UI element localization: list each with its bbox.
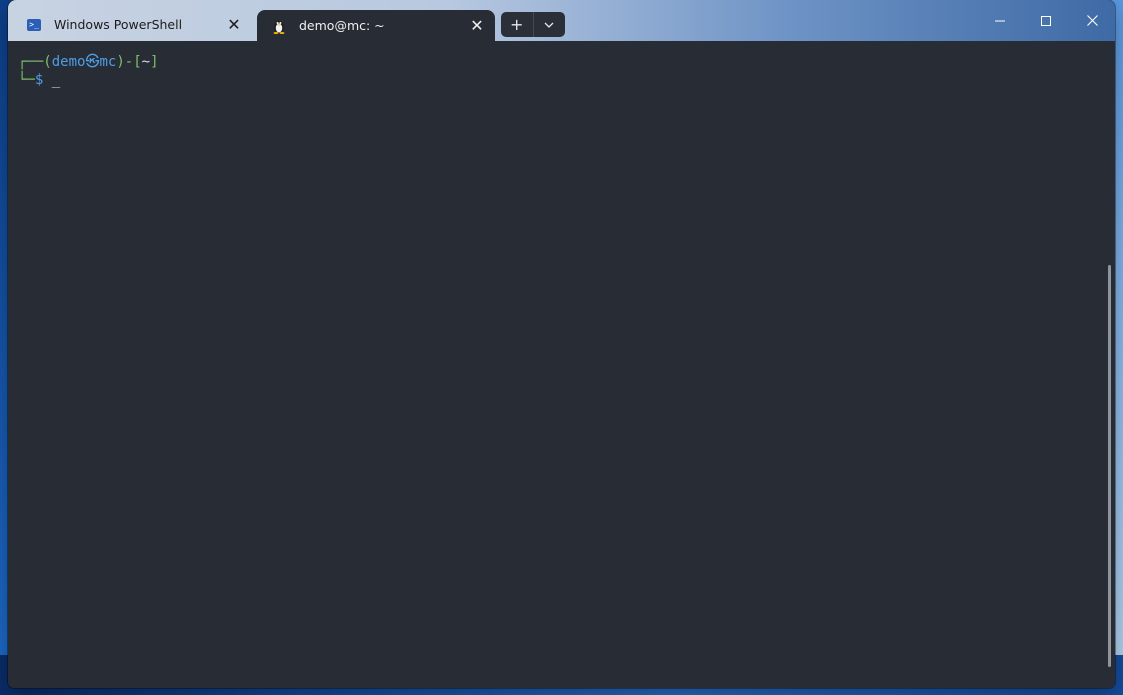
prompt-dash: - <box>124 54 134 70</box>
prompt-cwd: ~ <box>141 54 151 70</box>
tab-demo-mc[interactable]: demo@mc: ~ ✕ <box>257 10 495 41</box>
prompt-paren-close: ) <box>116 54 125 70</box>
tab-windows-powershell[interactable]: >_ Windows PowerShell ✕ <box>12 8 252 41</box>
scrollbar[interactable] <box>1108 265 1111 667</box>
title-bar[interactable]: >_ Windows PowerShell ✕ demo@mc: ~ ✕ + <box>8 0 1115 41</box>
text-cursor: _ <box>51 72 61 88</box>
chevron-down-icon[interactable] <box>533 12 565 37</box>
terminal-pane[interactable]: ┌──(demo㉿mc)-[~] └─$ _ <box>8 41 1115 688</box>
new-tab-group: + <box>501 12 565 37</box>
close-tab-icon[interactable]: ✕ <box>463 12 491 40</box>
prompt-bracket-close: ] <box>150 54 159 70</box>
tab-label: Windows PowerShell <box>54 17 183 32</box>
new-tab-button[interactable]: + <box>501 12 533 37</box>
close-window-button[interactable] <box>1069 0 1115 41</box>
prompt-symbol: $ <box>34 72 44 88</box>
close-tab-icon[interactable]: ✕ <box>220 11 248 39</box>
terminal-window: >_ Windows PowerShell ✕ demo@mc: ~ ✕ + ┌… <box>8 0 1115 688</box>
prompt-bracket-open: [ <box>133 54 142 70</box>
prompt-corner-top: ┌── <box>18 54 44 70</box>
prompt-user-host: demo㉿mc <box>51 54 117 70</box>
prompt-line-1: ┌──(demo㉿mc)-[~] <box>18 51 159 71</box>
tab-label: demo@mc: ~ <box>299 18 385 33</box>
prompt-corner-bottom: └─ <box>18 72 35 88</box>
maximize-button[interactable] <box>1023 0 1069 41</box>
linux-penguin-icon <box>271 18 287 34</box>
powershell-icon: >_ <box>26 17 42 33</box>
minimize-button[interactable] <box>977 0 1023 41</box>
prompt-line-2: └─$ _ <box>18 72 60 88</box>
prompt-paren-open: ( <box>43 54 52 70</box>
